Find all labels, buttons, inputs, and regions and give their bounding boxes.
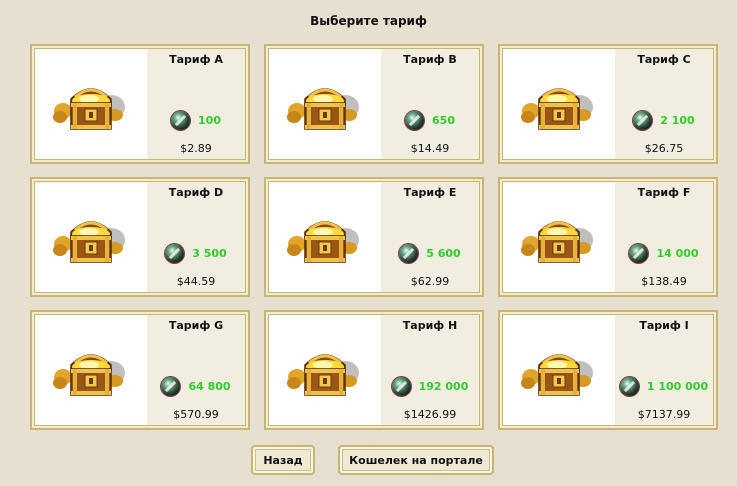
- gem-icon: [405, 111, 425, 130]
- tariff-card-b[interactable]: Тариф B 650 $14.49: [264, 44, 484, 164]
- gem-icon: [619, 377, 639, 396]
- tariff-price: $62.99: [410, 275, 450, 288]
- gem-icon: [391, 377, 411, 396]
- tariff-card-c[interactable]: Тариф C 2 100 $26.75: [498, 44, 718, 164]
- tariff-amount: 2 100: [660, 114, 695, 127]
- tariff-price: $44.59: [176, 275, 216, 288]
- tariff-name: Тариф A: [169, 53, 223, 66]
- tariff-price: $7137.99: [637, 408, 691, 421]
- tariff-name: Тариф H: [402, 319, 458, 332]
- treasure-chest-icon: [269, 182, 381, 292]
- tariff-grid: Тариф A 100 $2.89 Тариф B 650 $14.49 Тар…: [30, 44, 718, 430]
- gem-icon: [171, 111, 191, 130]
- gem-icon: [161, 377, 181, 396]
- tariff-card-e[interactable]: Тариф E 5 600 $62.99: [264, 177, 484, 297]
- tariff-card-f[interactable]: Тариф F 14 000 $138.49: [498, 177, 718, 297]
- tariff-price: $570.99: [173, 408, 219, 421]
- page-title: Выберите тариф: [310, 14, 427, 28]
- tariff-amount: 100: [198, 114, 221, 127]
- tariff-name: Тариф C: [637, 53, 691, 66]
- tariff-name: Тариф E: [403, 186, 457, 199]
- tariff-amount: 14 000: [656, 247, 699, 260]
- tariff-price: $138.49: [641, 275, 687, 288]
- treasure-chest-icon: [503, 315, 615, 425]
- portal-wallet-button[interactable]: Кошелек на портале: [338, 445, 494, 475]
- tariff-price: $1426.99: [403, 408, 457, 421]
- tariff-amount: 5 600: [426, 247, 461, 260]
- gem-icon: [399, 244, 419, 263]
- tariff-amount: 192 000: [418, 380, 469, 393]
- tariff-amount: 650: [432, 114, 455, 127]
- tariff-card-d[interactable]: Тариф D 3 500 $44.59: [30, 177, 250, 297]
- treasure-chest-icon: [503, 49, 615, 159]
- tariff-price: $26.75: [644, 142, 684, 155]
- treasure-chest-icon: [35, 182, 147, 292]
- treasure-chest-icon: [503, 182, 615, 292]
- gem-icon: [629, 244, 649, 263]
- tariff-name: Тариф F: [637, 186, 691, 199]
- treasure-chest-icon: [269, 315, 381, 425]
- tariff-name: Тариф D: [168, 186, 224, 199]
- tariff-amount: 1 100 000: [646, 380, 709, 393]
- treasure-chest-icon: [35, 49, 147, 159]
- tariff-card-h[interactable]: Тариф H 192 000 $1426.99: [264, 310, 484, 430]
- treasure-chest-icon: [269, 49, 381, 159]
- gem-icon: [165, 244, 185, 263]
- tariff-name: Тариф I: [639, 319, 689, 332]
- tariff-price: $2.89: [180, 142, 212, 155]
- tariff-card-i[interactable]: Тариф I 1 100 000 $7137.99: [498, 310, 718, 430]
- tariff-price: $14.49: [410, 142, 450, 155]
- treasure-chest-icon: [35, 315, 147, 425]
- back-button[interactable]: Назад: [251, 445, 315, 475]
- tariff-card-g[interactable]: Тариф G 64 800 $570.99: [30, 310, 250, 430]
- tariff-name: Тариф G: [168, 319, 224, 332]
- tariff-name: Тариф B: [403, 53, 457, 66]
- tariff-card-a[interactable]: Тариф A 100 $2.89: [30, 44, 250, 164]
- gem-icon: [633, 111, 653, 130]
- tariff-amount: 3 500: [192, 247, 227, 260]
- tariff-amount: 64 800: [188, 380, 231, 393]
